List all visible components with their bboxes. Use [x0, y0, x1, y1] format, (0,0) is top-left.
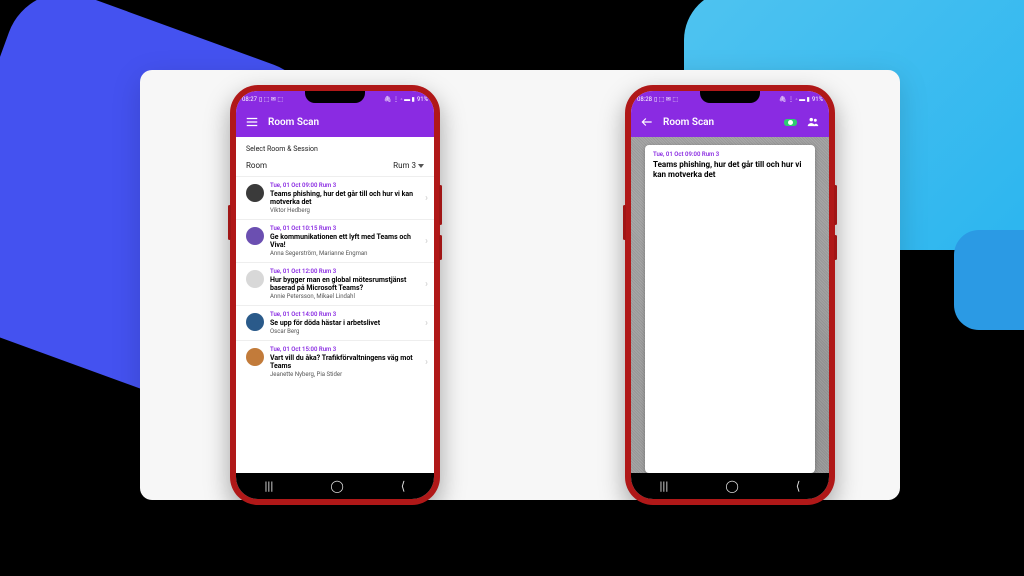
phone-side-button	[228, 205, 231, 240]
speaker-avatar	[246, 270, 264, 288]
status-icons-right: 🖇 ⋮ ◦ ▬ ▮	[384, 96, 415, 103]
status-time: 08:28	[637, 96, 652, 103]
nav-recents-icon[interactable]: |||	[265, 479, 274, 493]
app-bar: Room Scan	[631, 107, 829, 137]
android-nav-bar: ||| ◯ ⟨	[631, 473, 829, 499]
chevron-right-icon: ›	[425, 318, 428, 329]
status-battery: 91%	[812, 96, 823, 103]
session-meta: Tue, 01 Oct 10:15 Rum 3	[270, 225, 419, 232]
session-row[interactable]: Tue, 01 Oct 15:00 Rum 3Vart vill du åka?…	[236, 340, 434, 383]
status-badge[interactable]	[784, 119, 797, 126]
nav-home-icon[interactable]: ◯	[330, 479, 343, 493]
chevron-right-icon: ›	[425, 357, 428, 368]
session-card: Tue, 01 Oct 09:00 Rum 3 Teams phishing, …	[645, 145, 815, 473]
speaker-avatar	[246, 227, 264, 245]
back-arrow-icon[interactable]	[639, 114, 655, 130]
nav-recents-icon[interactable]: |||	[660, 479, 669, 493]
speaker-avatar	[246, 313, 264, 331]
session-row[interactable]: Tue, 01 Oct 09:00 Rum 3Teams phishing, h…	[236, 176, 434, 219]
app-title: Room Scan	[663, 117, 776, 128]
app-bar: Room Scan	[236, 107, 434, 137]
status-icons-left: ▯ ⬚ ✉ ⬚	[259, 96, 283, 103]
app-title: Room Scan	[268, 117, 426, 128]
section-subhead: Select Room & Session	[236, 137, 434, 157]
decorative-shape-cyan-small	[954, 230, 1024, 330]
phone-side-button	[439, 185, 442, 225]
session-meta: Tue, 01 Oct 14:00 Rum 3	[270, 311, 419, 318]
session-speaker: Oscar Berg	[270, 328, 419, 335]
phone-side-button	[439, 235, 442, 260]
session-meta: Tue, 01 Oct 15:00 Rum 3	[270, 346, 419, 353]
session-title: Ge kommunikationen ett lyft med Teams oc…	[270, 233, 419, 249]
card-meta: Tue, 01 Oct 09:00 Rum 3	[653, 151, 807, 158]
speaker-avatar	[246, 184, 264, 202]
session-row[interactable]: Tue, 01 Oct 14:00 Rum 3Se upp för döda h…	[236, 305, 434, 340]
dropdown-caret-icon	[418, 164, 424, 168]
status-time: 08:27	[242, 96, 257, 103]
content-area: Select Room & Session Room Rum 3 Tue, 01…	[236, 137, 434, 473]
phone-mockup-2: 08:28 ▯ ⬚ ✉ ⬚ 🖇 ⋮ ◦ ▬ ▮ 91% Room Scan Tu…	[625, 85, 835, 505]
phone-notch	[700, 91, 760, 103]
room-label: Room	[246, 161, 267, 170]
people-icon[interactable]	[805, 114, 821, 130]
speaker-avatar	[246, 348, 264, 366]
phone-side-button	[834, 185, 837, 225]
session-title: Hur bygger man en global mötesrumstjänst…	[270, 276, 419, 292]
chevron-right-icon: ›	[425, 236, 428, 247]
room-selector[interactable]: Room Rum 3	[236, 157, 434, 176]
session-speaker: Annie Petersson, Mikael Lindahl	[270, 293, 419, 300]
session-speaker: Anna Segerström, Marianne Engman	[270, 250, 419, 257]
nav-back-icon[interactable]: ⟨	[796, 479, 801, 493]
android-nav-bar: ||| ◯ ⟨	[236, 473, 434, 499]
phone-side-button	[623, 205, 626, 240]
camera-viewfinder[interactable]: Tue, 01 Oct 09:00 Rum 3 Teams phishing, …	[631, 137, 829, 473]
nav-home-icon[interactable]: ◯	[725, 479, 738, 493]
session-meta: Tue, 01 Oct 12:00 Rum 3	[270, 268, 419, 275]
session-title: Teams phishing, hur det går till och hur…	[270, 190, 419, 206]
session-title: Vart vill du åka? Trafikförvaltningens v…	[270, 354, 419, 370]
session-speaker: Viktor Hedberg	[270, 207, 419, 214]
session-meta: Tue, 01 Oct 09:00 Rum 3	[270, 182, 419, 189]
chevron-right-icon: ›	[425, 279, 428, 290]
chevron-right-icon: ›	[425, 193, 428, 204]
status-icons-left: ▯ ⬚ ✉ ⬚	[654, 96, 678, 103]
nav-back-icon[interactable]: ⟨	[401, 479, 406, 493]
card-title: Teams phishing, hur det går till och hur…	[653, 160, 807, 180]
status-battery: 91%	[417, 96, 428, 103]
session-list: Tue, 01 Oct 09:00 Rum 3Teams phishing, h…	[236, 176, 434, 383]
phone-side-button	[834, 235, 837, 260]
session-speaker: Jeanette Nyberg, Pia Stider	[270, 371, 419, 378]
hamburger-menu-icon[interactable]	[244, 114, 260, 130]
badge-dot-icon	[788, 120, 793, 125]
session-row[interactable]: Tue, 01 Oct 12:00 Rum 3Hur bygger man en…	[236, 262, 434, 305]
session-row[interactable]: Tue, 01 Oct 10:15 Rum 3Ge kommunikatione…	[236, 219, 434, 262]
session-title: Se upp för döda hästar i arbetslivet	[270, 319, 419, 327]
phone-notch	[305, 91, 365, 103]
phone-mockup-1: 08:27 ▯ ⬚ ✉ ⬚ 🖇 ⋮ ◦ ▬ ▮ 91% Room Scan Se…	[230, 85, 440, 505]
status-icons-right: 🖇 ⋮ ◦ ▬ ▮	[779, 96, 810, 103]
room-value: Rum 3	[393, 161, 416, 170]
